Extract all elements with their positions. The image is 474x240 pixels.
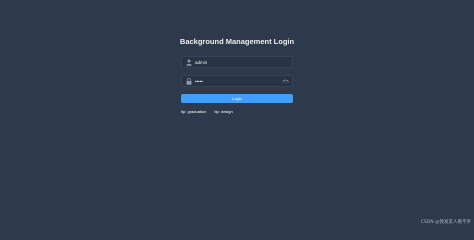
eye-icon[interactable] [282, 79, 289, 84]
user-icon [186, 59, 192, 66]
tip-value: design [220, 109, 233, 114]
tip-item: tip: graduation [181, 109, 206, 115]
tips: tip: graduation tip: design [181, 109, 240, 115]
tip-item: tip: design [215, 109, 233, 115]
username-input[interactable]: admin [195, 58, 207, 67]
password-input[interactable]: ••••• [195, 77, 203, 86]
password-field[interactable]: ••••• [181, 75, 293, 87]
watermark: CSDN @我发友人看不罗 [420, 220, 471, 225]
username-field[interactable]: admin [181, 56, 293, 68]
lock-icon [186, 78, 192, 85]
tip-label: tip: [214, 109, 220, 114]
login-button[interactable]: Login [181, 94, 293, 103]
tip-value: graduation [187, 109, 207, 114]
page-title: Background Management Login [179, 37, 295, 46]
tip-label: tip: [181, 109, 187, 114]
